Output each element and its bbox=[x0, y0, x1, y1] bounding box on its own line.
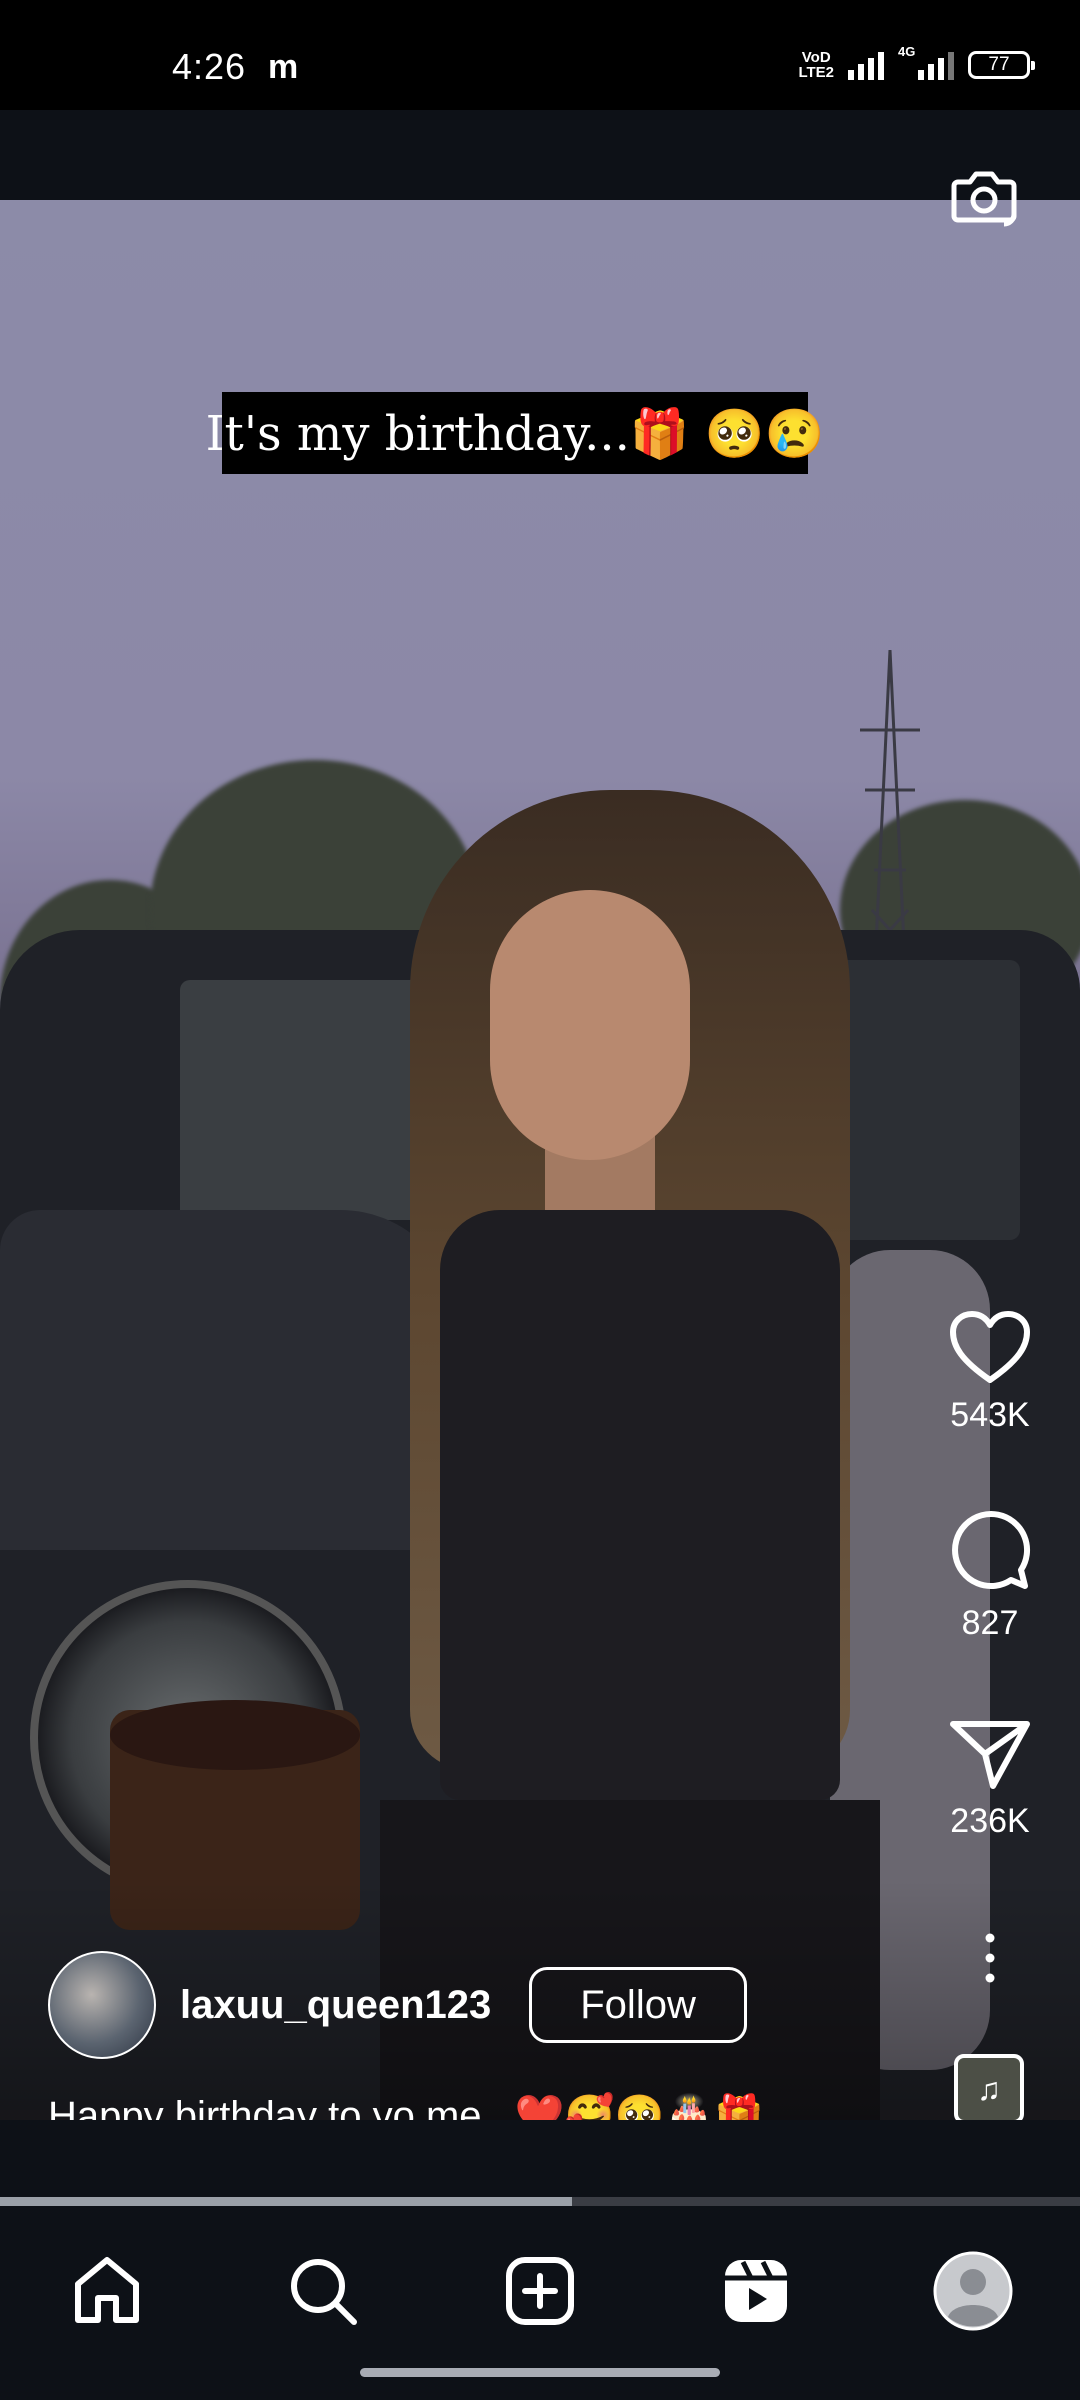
carrier-icon: m bbox=[268, 48, 299, 86]
music-thumbnail[interactable]: ♫ bbox=[954, 2054, 1024, 2124]
nav-profile[interactable] bbox=[928, 2246, 1018, 2336]
signal-icon bbox=[848, 50, 884, 80]
battery-icon: 77 bbox=[968, 51, 1035, 79]
lower-band bbox=[0, 2120, 1080, 2202]
like-action[interactable]: 543K bbox=[900, 1310, 1080, 1435]
nav-search[interactable] bbox=[278, 2246, 368, 2336]
volte-icon: VoD LTE2 bbox=[798, 49, 834, 81]
top-band bbox=[0, 110, 1080, 200]
mobile-data-icon: 4G bbox=[898, 44, 954, 80]
cake-top bbox=[110, 1700, 360, 1770]
home-icon[interactable] bbox=[70, 2254, 144, 2328]
comment-action[interactable]: 827 bbox=[900, 1510, 1080, 1643]
follow-button[interactable]: Follow bbox=[529, 1967, 747, 2043]
reels-icon[interactable] bbox=[719, 2254, 793, 2328]
more-options[interactable] bbox=[900, 1932, 1080, 1984]
nav-reels[interactable] bbox=[711, 2246, 801, 2336]
person-body bbox=[440, 1210, 840, 1800]
video-progress-fill bbox=[0, 2197, 573, 2206]
search-icon[interactable] bbox=[286, 2254, 360, 2328]
music-note-icon: ♫ bbox=[977, 2070, 1001, 2107]
comment-icon[interactable] bbox=[949, 1510, 1031, 1592]
nav-create[interactable] bbox=[495, 2246, 585, 2336]
home-indicator[interactable] bbox=[360, 2368, 720, 2377]
person-face bbox=[490, 890, 690, 1160]
share-action[interactable]: 236K bbox=[900, 1718, 1080, 1841]
more-vertical-icon[interactable] bbox=[980, 1932, 1000, 1984]
username[interactable]: laxuu_queen123 bbox=[180, 1983, 491, 2028]
video-progress-bar[interactable] bbox=[0, 2197, 1080, 2206]
author-row: laxuu_queen123 Follow bbox=[48, 1950, 747, 2060]
share-icon[interactable] bbox=[949, 1718, 1031, 1790]
video-overlay-text: It's my birthday...🎁 🥺😢 bbox=[206, 392, 824, 474]
car-hood bbox=[0, 1210, 460, 1550]
avatar[interactable] bbox=[48, 1951, 156, 2059]
create-icon[interactable] bbox=[503, 2254, 577, 2328]
nav-home[interactable] bbox=[62, 2246, 152, 2336]
battery-level: 77 bbox=[988, 54, 1010, 75]
likes-count: 543K bbox=[950, 1396, 1030, 1434]
status-icons: VoD LTE2 4G 77 bbox=[798, 44, 1035, 81]
status-bar: 4:26 m VoD LTE2 4G 77 bbox=[0, 0, 1080, 110]
camera-icon[interactable] bbox=[948, 160, 1020, 232]
heart-icon[interactable] bbox=[949, 1310, 1031, 1384]
shares-count: 236K bbox=[950, 1802, 1030, 1840]
comments-count: 827 bbox=[961, 1604, 1019, 1642]
status-time: 4:26 bbox=[172, 46, 247, 87]
profile-icon[interactable] bbox=[933, 2251, 1013, 2331]
